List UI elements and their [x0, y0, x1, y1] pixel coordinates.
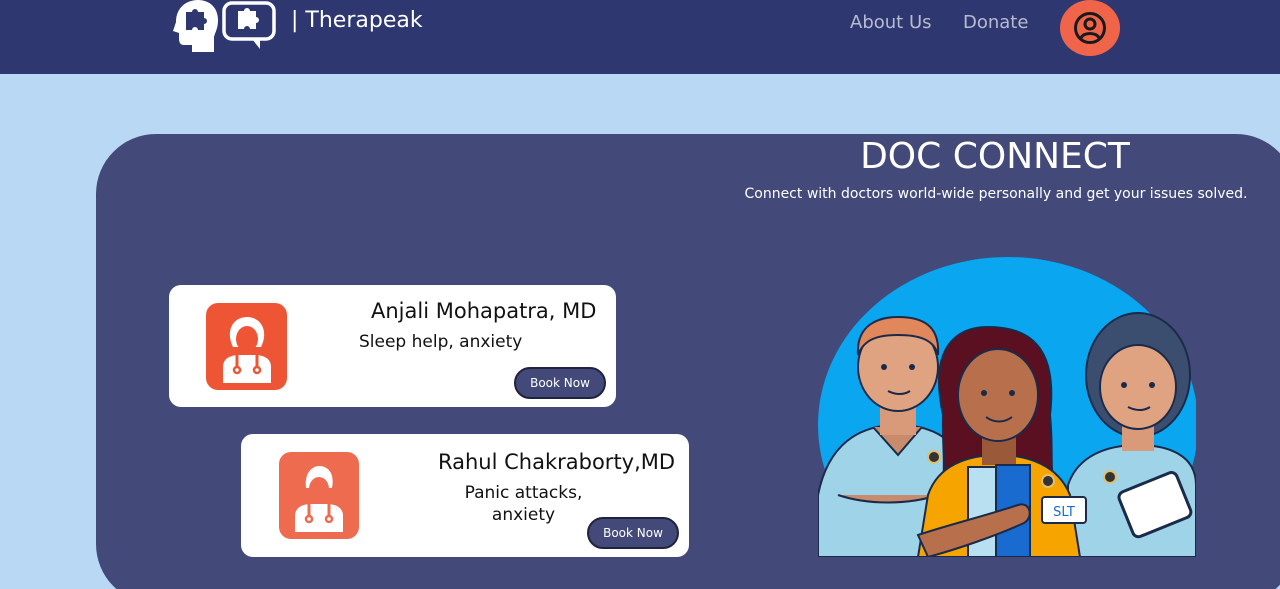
male-doctor-icon [279, 452, 359, 539]
book-now-button[interactable]: Book Now [587, 517, 679, 549]
book-now-button[interactable]: Book Now [514, 367, 606, 399]
doctor-specialty: Panic attacks, anxiety [464, 483, 583, 525]
profile-button[interactable] [1060, 0, 1120, 56]
nav-link-about-us[interactable]: About Us [850, 12, 932, 33]
female-doctor-icon [206, 303, 287, 390]
user-circle-icon [1074, 12, 1106, 44]
page-title: DOC CONNECT [860, 136, 1130, 177]
brand-name[interactable]: | Therapeak [291, 8, 423, 33]
speech-bubble-puzzle-icon [222, 1, 276, 49]
logo[interactable] [170, 0, 278, 52]
doctor-card: Anjali Mohapatra, MD Sleep help, anxiety… [169, 285, 616, 407]
nav-link-donate[interactable]: Donate [963, 12, 1028, 33]
head-puzzle-icon [173, 0, 218, 52]
page-subtitle: Connect with doctors world-wide personal… [744, 186, 1248, 202]
doctor-name: Anjali Mohapatra, MD [371, 299, 597, 323]
navbar: | Therapeak About Us Donate [0, 0, 1280, 74]
doctor-name: Rahul Chakraborty,MD [438, 450, 676, 474]
slt-badge-text: SLT [1053, 505, 1075, 520]
doctor-card: Rahul Chakraborty,MD Panic attacks, anxi… [241, 434, 689, 557]
doctors-illustration: SLT [818, 255, 1196, 557]
doctor-specialty: Sleep help, anxiety [359, 332, 523, 352]
